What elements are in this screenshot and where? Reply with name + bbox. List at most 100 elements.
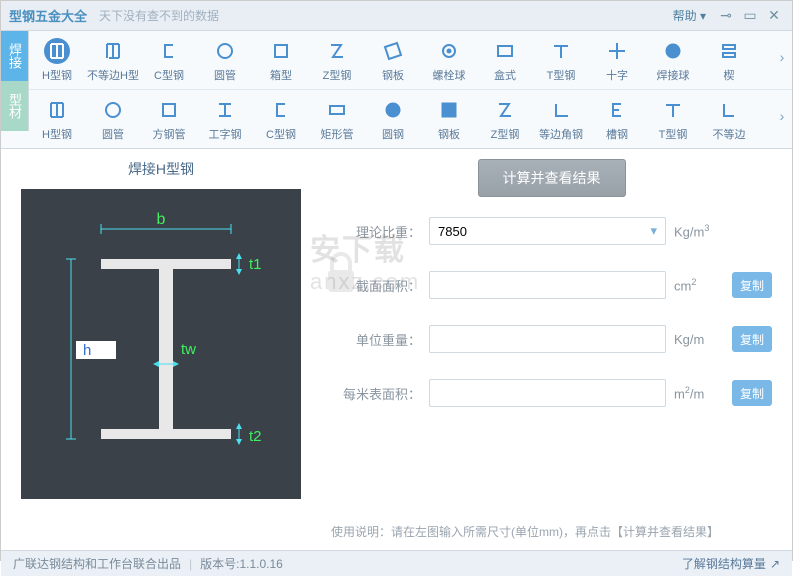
hint-text: 使用说明：请在左图输入所需尺寸(单位mm)，再点击【计算并查看结果】 xyxy=(331,523,772,540)
tool-xc-tshape[interactable]: T型钢 xyxy=(645,94,701,144)
titlebar: 型钢五金大全 天下没有查不到的数据 帮助 ▾ ⊸ ▭ ✕ xyxy=(1,1,792,31)
sphere-icon xyxy=(659,37,687,65)
box-icon xyxy=(267,37,295,65)
tool-hj-box[interactable]: 箱型 xyxy=(253,35,309,85)
form-pane: 计算并查看结果 理论比重： 7850 ▾ Kg/m3 截面面积： cm2 复制 … xyxy=(331,159,772,540)
tool-hj-box2[interactable]: 盒式 xyxy=(477,35,533,85)
dim-t1: t1 xyxy=(249,256,262,273)
uweight-label: 单位重量： xyxy=(331,330,421,349)
external-icon: ↗ xyxy=(770,557,780,571)
angle-icon xyxy=(547,96,575,124)
density-select[interactable]: 7850 ▾ xyxy=(429,217,666,245)
surf-input[interactable] xyxy=(429,379,666,407)
copy-area-button[interactable]: 复制 xyxy=(732,272,772,298)
plate-icon xyxy=(379,37,407,65)
disc-icon xyxy=(379,96,407,124)
zshape-icon xyxy=(323,37,351,65)
side-tab-xingcai[interactable]: 型材 xyxy=(1,81,29,131)
toolbar-row-1: H型钢不等边H型C型钢圆管箱型Z型钢钢板螺栓球盒式T型钢十字焊接球楔 › xyxy=(29,31,792,90)
dim-b: b xyxy=(157,211,166,228)
tool-hj-plate[interactable]: 钢板 xyxy=(365,35,421,85)
area-unit: cm2 xyxy=(674,277,724,293)
tool-hj-hbeam[interactable]: H型钢 xyxy=(29,35,85,85)
area-input[interactable] xyxy=(429,271,666,299)
cshape-icon xyxy=(155,37,183,65)
cshape-icon xyxy=(267,96,295,124)
density-label: 理论比重： xyxy=(331,222,421,241)
circle-icon xyxy=(211,37,239,65)
diagram-title: 焊接H型钢 xyxy=(128,159,194,179)
tool-hj-cross[interactable]: 十字 xyxy=(589,35,645,85)
tool-xc-disc[interactable]: 圆钢 xyxy=(365,94,421,144)
tool-xc-box[interactable]: 方钢管 xyxy=(141,94,197,144)
uweight-unit: Kg/m xyxy=(674,332,724,347)
content-area: 焊接H型钢 b h t xyxy=(1,149,792,550)
diagram-pane: 焊接H型钢 b h t xyxy=(21,159,301,540)
tool-xc-circle[interactable]: 圆管 xyxy=(85,94,141,144)
cross-icon xyxy=(603,37,631,65)
tool-xc-angle2[interactable]: 不等边 xyxy=(701,94,757,144)
dim-tw: tw xyxy=(181,341,196,358)
tool-xc-ibeam[interactable]: 工字钢 xyxy=(197,94,253,144)
tshape-icon xyxy=(547,37,575,65)
h-beam-diagram: b h t1 t2 tw xyxy=(21,189,301,499)
tshape-icon xyxy=(659,96,687,124)
zshape-icon xyxy=(491,96,519,124)
toolbar-area: 焊接 型材 H型钢不等边H型C型钢圆管箱型Z型钢钢板螺栓球盒式T型钢十字焊接球楔… xyxy=(1,31,792,149)
tool-xc-hbeam[interactable]: H型钢 xyxy=(29,94,85,144)
version-label: 版本号: xyxy=(200,555,239,572)
rect-icon xyxy=(323,96,351,124)
chevron-right-icon[interactable]: › xyxy=(774,108,790,124)
channel-icon xyxy=(603,96,631,124)
wedge-icon xyxy=(715,37,743,65)
area-label: 截面面积： xyxy=(331,276,421,295)
tool-hj-sphere[interactable]: 焊接球 xyxy=(645,35,701,85)
footer-credit: 广联达钢结构和工作台联合出品 xyxy=(13,555,181,572)
tool-hj-hbeam2[interactable]: 不等边H型 xyxy=(85,35,141,85)
app-title: 型钢五金大全 xyxy=(9,6,87,25)
help-button[interactable]: 帮助 ▾ xyxy=(667,5,712,26)
tool-hj-tshape[interactable]: T型钢 xyxy=(533,35,589,85)
calculate-button[interactable]: 计算并查看结果 xyxy=(478,159,626,197)
tool-xc-angle[interactable]: 等边角钢 xyxy=(533,94,589,144)
chevron-down-icon: ▾ xyxy=(650,223,657,239)
tool-hj-circle[interactable]: 圆管 xyxy=(197,35,253,85)
app-subtitle: 天下没有查不到的数据 xyxy=(99,7,219,24)
tool-hj-bolt[interactable]: 螺栓球 xyxy=(421,35,477,85)
toolbar-row-2: H型钢圆管方钢管工字钢C型钢矩形管圆钢钢板Z型钢等边角钢槽钢T型钢不等边 › xyxy=(29,90,792,148)
dim-h: h xyxy=(83,342,91,359)
angle2-icon xyxy=(715,96,743,124)
hbeam-icon xyxy=(43,37,71,65)
copy-uweight-button[interactable]: 复制 xyxy=(732,326,772,352)
plate2-icon xyxy=(435,96,463,124)
tool-hj-wedge[interactable]: 楔 xyxy=(701,35,757,85)
pin-button[interactable]: ⊸ xyxy=(716,6,736,26)
tool-xc-plate2[interactable]: 钢板 xyxy=(421,94,477,144)
dim-t2: t2 xyxy=(249,428,262,445)
hbeam-icon xyxy=(43,96,71,124)
surf-label: 每米表面积： xyxy=(331,384,421,403)
density-unit: Kg/m3 xyxy=(674,223,724,239)
box2-icon xyxy=(491,37,519,65)
tool-xc-rect[interactable]: 矩形管 xyxy=(309,94,365,144)
version-value: 1.1.0.16 xyxy=(239,557,282,571)
bolt-icon xyxy=(435,37,463,65)
tool-xc-cshape[interactable]: C型钢 xyxy=(253,94,309,144)
close-button[interactable]: ✕ xyxy=(764,6,784,26)
tool-xc-channel[interactable]: 槽钢 xyxy=(589,94,645,144)
tool-hj-cshape[interactable]: C型钢 xyxy=(141,35,197,85)
box-icon xyxy=(155,96,183,124)
side-tab-hanjie[interactable]: 焊接 xyxy=(1,31,29,81)
tool-xc-zshape[interactable]: Z型钢 xyxy=(477,94,533,144)
copy-surf-button[interactable]: 复制 xyxy=(732,380,772,406)
uweight-input[interactable] xyxy=(429,325,666,353)
minimize-button[interactable]: ▭ xyxy=(740,6,760,26)
chevron-right-icon[interactable]: › xyxy=(774,49,790,65)
footer: 广联达钢结构和工作台联合出品 | 版本号: 1.1.0.16 了解钢结构算量 ↗ xyxy=(1,550,792,576)
hbeam2-icon xyxy=(99,37,127,65)
surf-unit: m2/m xyxy=(674,385,724,401)
ibeam-icon xyxy=(211,96,239,124)
circle-icon xyxy=(99,96,127,124)
tool-hj-zshape[interactable]: Z型钢 xyxy=(309,35,365,85)
footer-link[interactable]: 了解钢结构算量 ↗ xyxy=(682,555,780,572)
